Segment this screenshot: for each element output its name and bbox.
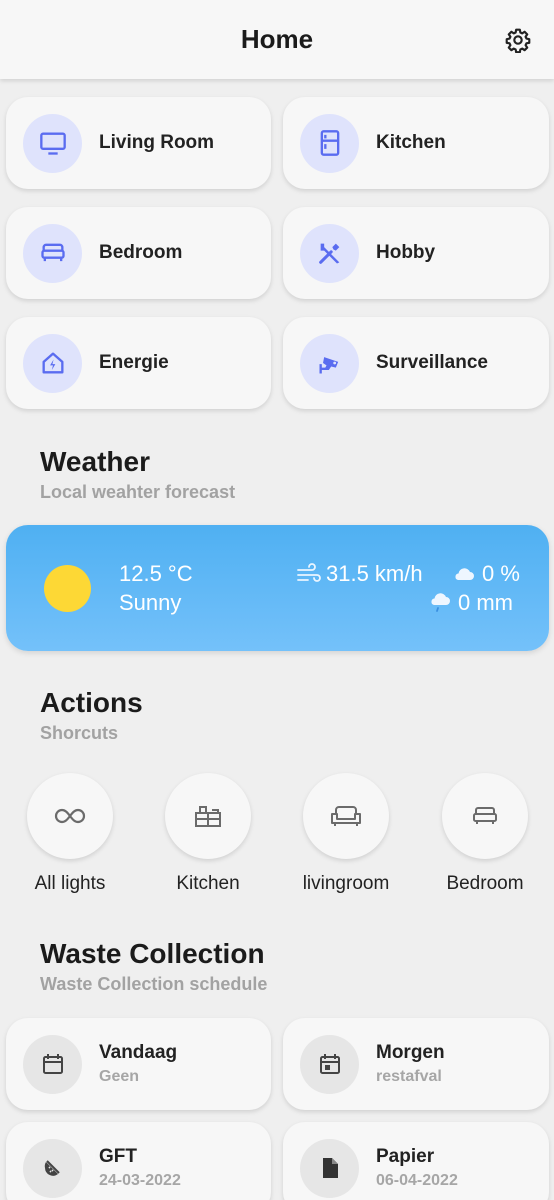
rain-cloud-icon [431,593,450,612]
action-all-lights[interactable]: All lights [0,773,140,895]
action-label: All lights [34,873,106,894]
gear-icon[interactable] [504,26,532,54]
room-label: Surveillance [376,352,488,373]
calendar-icon [23,1034,82,1094]
weather-temperature: 12.5 °C [119,561,193,586]
room-card-energie[interactable]: Energie [6,317,271,409]
cloud-icon [455,568,474,580]
waste-type: restafval [376,1068,442,1085]
waste-date: 24-03-2022 [99,1172,181,1189]
fridge-icon [300,113,359,173]
tools-icon [300,223,359,283]
waste-subtitle: Waste Collection schedule [40,974,268,994]
sun-icon [44,565,91,612]
bed-icon [23,223,82,283]
room-card-surveillance[interactable]: Surveillance [283,317,549,409]
weather-card[interactable]: 12.5 °C Sunny 31.5 km/h 0 % 0 mm [6,525,549,651]
cctv-icon [300,333,359,393]
waste-day: Vandaag [99,1042,178,1063]
weather-cloud: 0 % [452,561,520,587]
action-label: livingroom [302,873,390,894]
waste-category: Papier [376,1146,435,1167]
weather-rain-value: 0 mm [458,590,513,615]
weather-cloud-value: 0 % [482,561,520,586]
waste-card-vandaag[interactable]: Vandaag Geen [6,1018,271,1110]
weather-title: Weather [40,446,150,477]
kitchen-counter-icon [165,773,251,859]
weather-wind-value: 31.5 km/h [326,561,423,586]
room-label: Kitchen [376,132,446,153]
room-label: Living Room [99,132,215,153]
action-label: Kitchen [176,873,240,894]
fruit-slice-icon [23,1138,82,1198]
room-card-living-room[interactable]: Living Room [6,97,271,189]
weather-subtitle: Local weahter forecast [40,482,236,502]
action-livingroom[interactable]: livingroom [276,773,416,895]
waste-type: Geen [99,1068,140,1085]
bed-icon [442,773,528,859]
home-lightning-icon [23,333,82,393]
wind-icon [297,563,321,582]
waste-title: Waste Collection [40,938,265,969]
room-label: Bedroom [99,242,183,263]
action-label: Bedroom [446,873,524,894]
waste-date: 06-04-2022 [376,1172,458,1189]
waste-category: GFT [99,1146,137,1167]
room-grid: Living Room Kitchen Bedroom Hobby Energi… [6,97,549,409]
room-card-bedroom[interactable]: Bedroom [6,207,271,299]
waste-day: Morgen [376,1042,445,1063]
waste-card-papier[interactable]: Papier 06-04-2022 [283,1122,549,1200]
room-label: Hobby [376,242,436,263]
infinity-icon [27,773,113,859]
room-card-hobby[interactable]: Hobby [283,207,549,299]
room-label: Energie [99,352,169,373]
calendar-today-icon [300,1034,359,1094]
weather-wind: 31.5 km/h [296,561,423,587]
tv-icon [23,113,82,173]
page-title: Home [240,24,314,54]
waste-card-gft[interactable]: GFT 24-03-2022 [6,1122,271,1200]
weather-condition: Sunny [119,590,182,615]
waste-card-morgen[interactable]: Morgen restafval [283,1018,549,1110]
file-icon [300,1138,359,1198]
actions-subtitle: Shorcuts [40,723,119,743]
action-kitchen[interactable]: Kitchen [138,773,278,895]
weather-rain: 0 mm [428,590,513,616]
room-card-kitchen[interactable]: Kitchen [283,97,549,189]
sofa-icon [303,773,389,859]
top-app-bar: Home [0,0,554,79]
waste-grid: Vandaag Geen Morgen restafval GFT 24-03-… [6,1018,549,1200]
action-bedroom[interactable]: Bedroom [415,773,554,895]
actions-title: Actions [40,687,143,718]
